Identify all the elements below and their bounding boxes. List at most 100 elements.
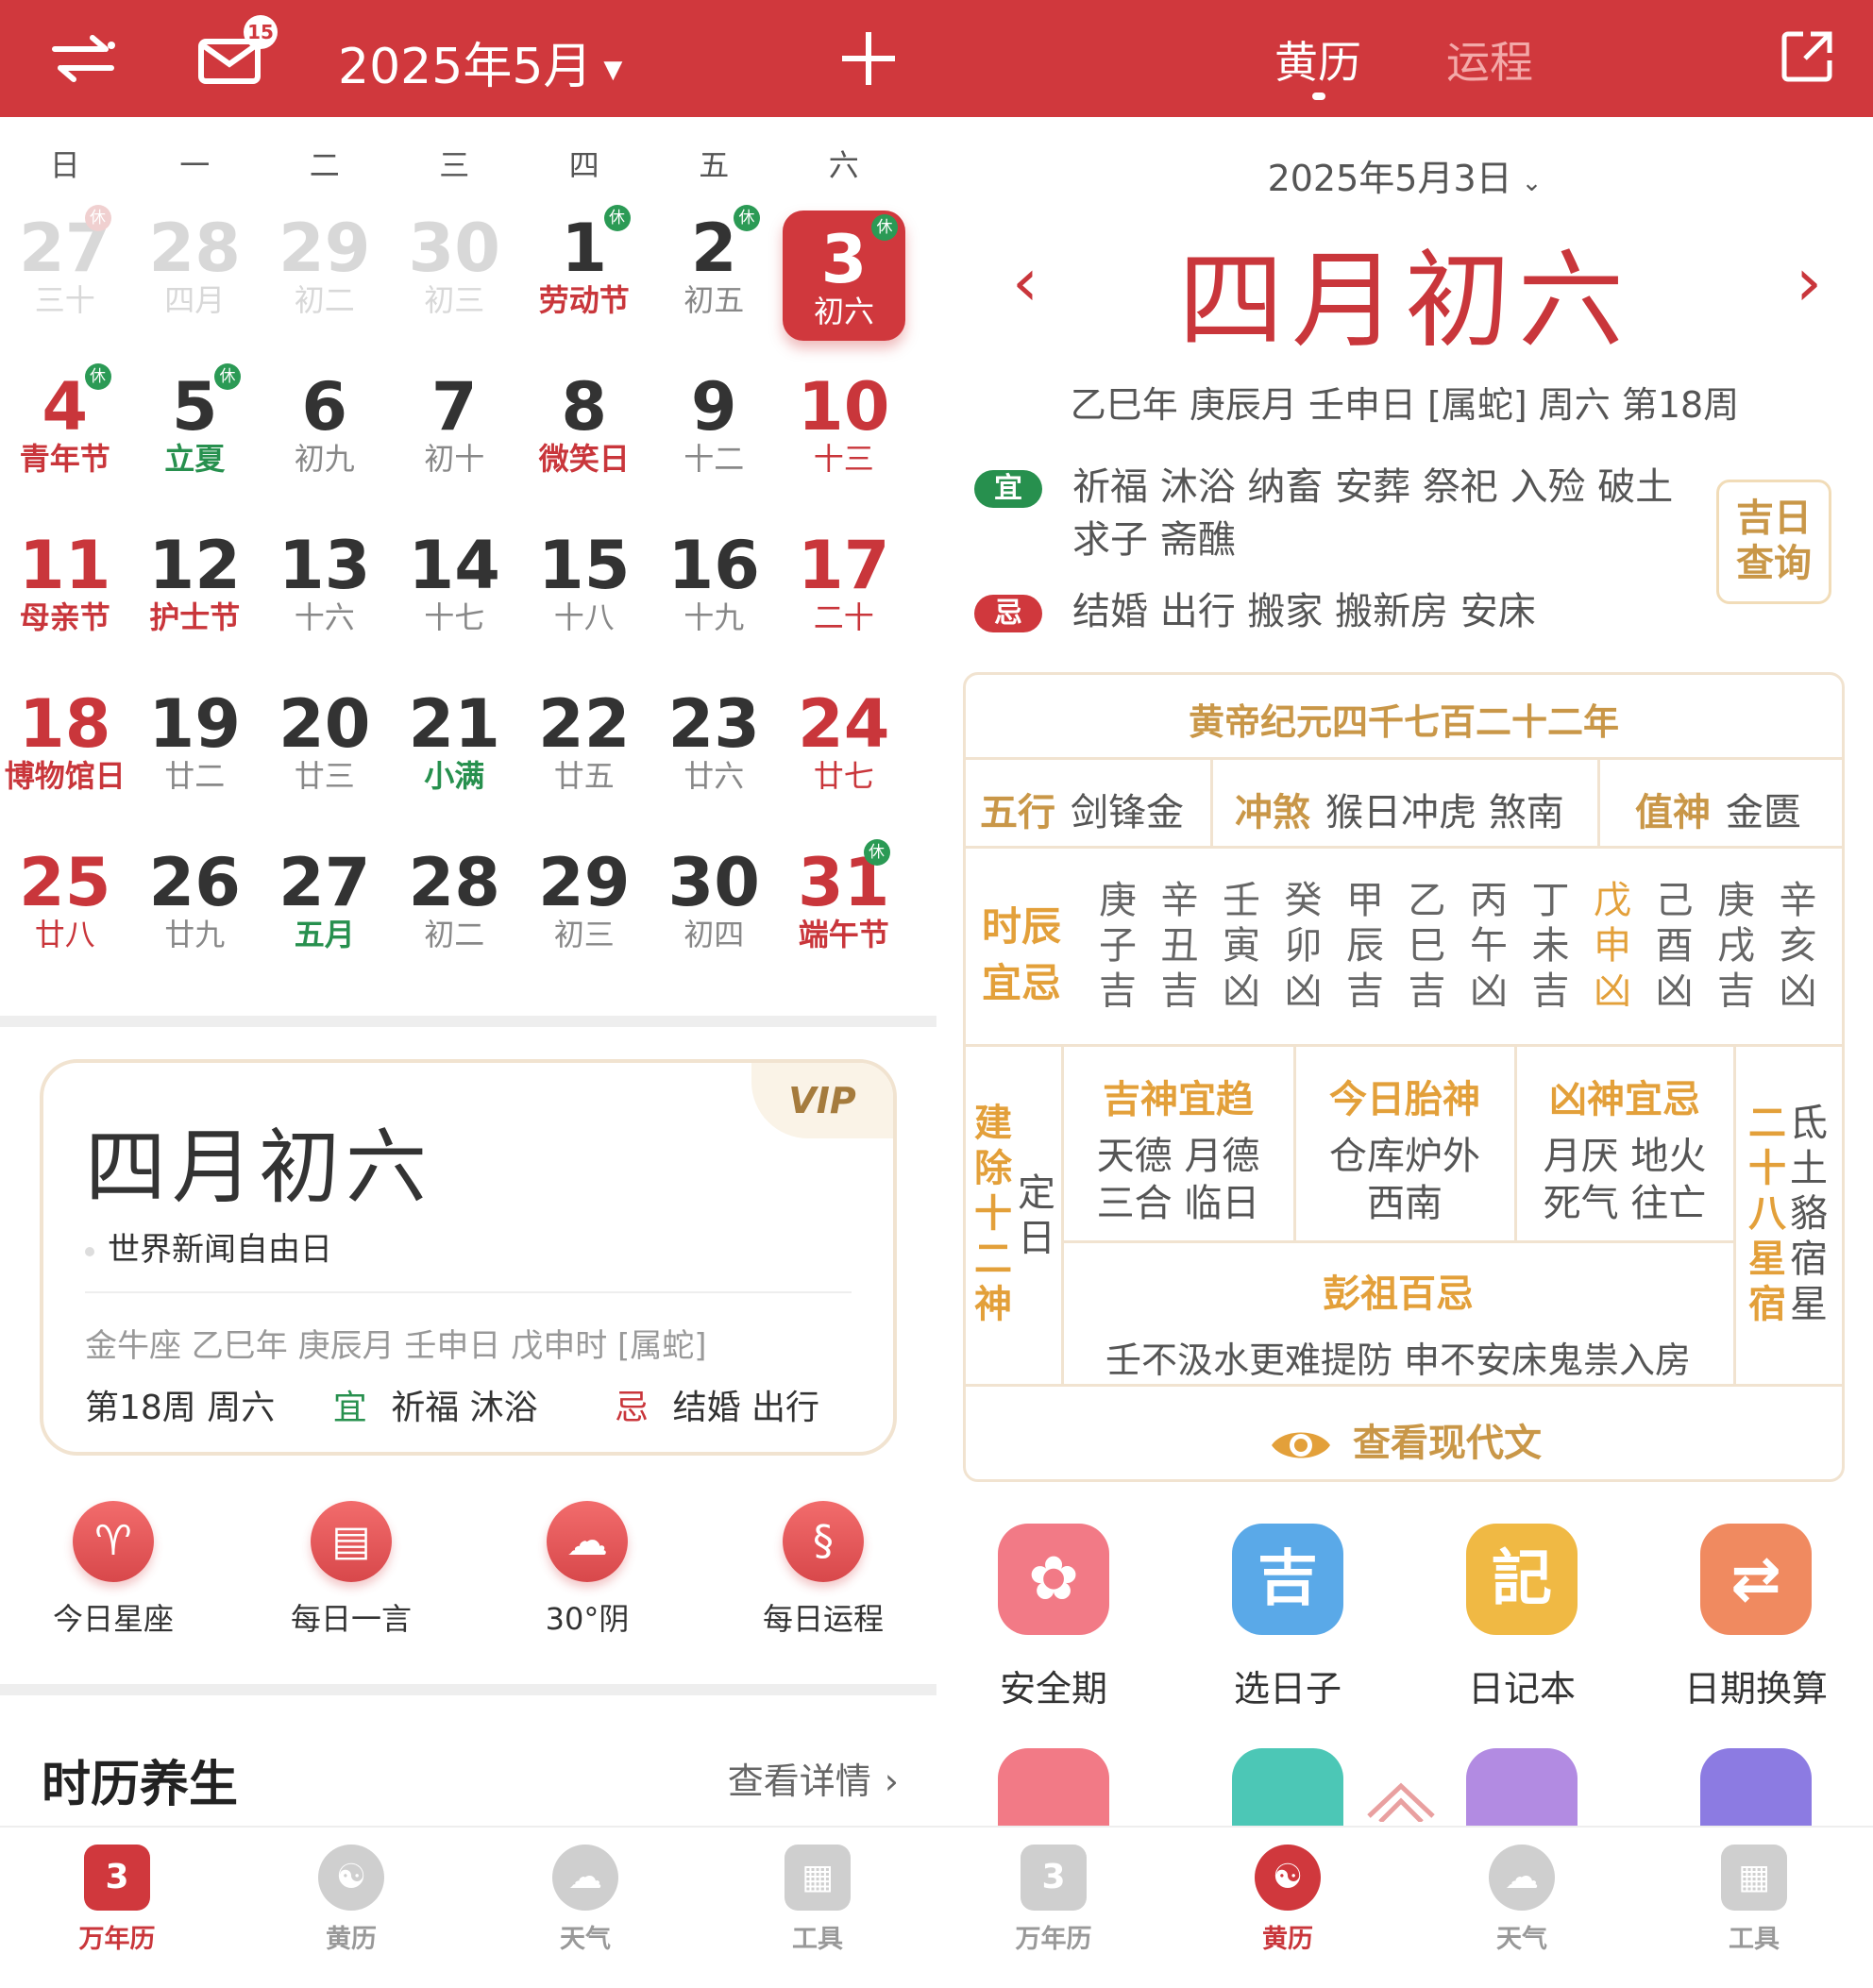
tab-label: 天气 (1496, 1925, 1547, 1954)
day-subtext: 初三 (553, 917, 615, 952)
day-subtext: 五月 (294, 917, 355, 952)
day-cell[interactable]: 18 博物馆日 (0, 688, 130, 839)
share-icon[interactable] (1779, 28, 1835, 89)
day-number: 30 (408, 210, 500, 287)
day-number: 17 (798, 527, 890, 604)
card-yi-label: 宜 (332, 1389, 367, 1427)
tab-calendar[interactable]: 3 万年历 (23, 1845, 211, 1955)
day-cell[interactable]: 11 母亲节 (0, 530, 130, 681)
chevron-up-icon[interactable] (1363, 1775, 1439, 1824)
tool-date-convert[interactable]: ⇄ 日期换算 (1662, 1524, 1850, 1711)
quick-fortune[interactable]: § 每日运程 (729, 1501, 918, 1639)
day-cell[interactable]: 20 廿三 (260, 688, 390, 839)
shichen-branch: 丑 (1160, 924, 1199, 968)
day-cell[interactable]: 27 三十休 (0, 205, 130, 363)
weekday: 一 (179, 147, 211, 183)
selected-day-cell[interactable]: 3 初六休 (783, 211, 905, 341)
day-cell[interactable]: 29 初二 (260, 212, 390, 363)
switch-icon[interactable] (45, 28, 121, 89)
day-cell[interactable]: 2 初五 休 (650, 205, 780, 363)
tab-calendar[interactable]: 3 万年历 (959, 1845, 1148, 1955)
day-cell[interactable]: 14 十七 (390, 530, 520, 681)
vip-badge[interactable]: VIP (751, 1063, 893, 1138)
calendar-header: 15 2025年5月 ▼ (0, 0, 936, 117)
day-cell[interactable]: 21 小满 (390, 688, 520, 839)
day-cell[interactable]: 25 廿八 (0, 847, 130, 998)
tool-safe-period[interactable]: ✿ 安全期 (959, 1524, 1148, 1711)
shichen-stem: 甲 (1346, 879, 1384, 922)
day-cell[interactable]: 29 初三 (519, 847, 650, 998)
yinyang-icon: ☯ (318, 1845, 384, 1911)
day-cell[interactable]: 9 十二 (650, 371, 780, 522)
quick-weather[interactable]: ☁ 30°阴 (493, 1501, 682, 1639)
day-cell[interactable]: 12 护士节 (130, 530, 261, 681)
day-cell[interactable]: 5 立夏 休 (130, 363, 261, 522)
day-cell[interactable]: 22 廿五 (519, 688, 650, 839)
tab-almanac[interactable]: ☯ 黄历 (257, 1845, 446, 1955)
day-cell[interactable]: 6 初九 (260, 371, 390, 522)
day-cell[interactable]: 8 微笑日 (519, 371, 650, 522)
tab-weather[interactable]: ☁ 天气 (1427, 1845, 1616, 1955)
add-icon[interactable] (831, 25, 906, 93)
holiday-badge: 休 (84, 363, 111, 390)
shichen-branch: 酉 (1655, 924, 1694, 968)
day-cell[interactable]: 7 初十 (390, 371, 520, 522)
day-cell[interactable]: 31 端午节休 (779, 839, 909, 998)
tool-choose-day[interactable]: 吉选日子 (1193, 1524, 1382, 1711)
day-cell[interactable]: 15 十八 (519, 530, 650, 681)
date-selector[interactable]: 2025年5月3日 ⌄ (936, 149, 1873, 201)
shichen-label: 时辰宜忌 (982, 903, 1062, 1006)
calendar-tab-icon: 3 (1021, 1845, 1087, 1911)
day-cell[interactable]: 26 廿九 (130, 847, 261, 998)
day-cell[interactable]: 27 五月 (260, 847, 390, 998)
tab-tools[interactable]: ▦ 工具 (1660, 1845, 1848, 1955)
active-indicator (1312, 93, 1325, 100)
lucky-day-button[interactable]: 吉日查询 (1716, 480, 1831, 604)
heart-icon[interactable] (998, 1748, 1109, 1833)
ji-icon: 吉 (1232, 1524, 1343, 1635)
day-cell[interactable]: 1 劳动节休 (519, 205, 650, 363)
today-card[interactable]: VIP 四月初六 世界新闻自由日 金牛座 乙巳年 庚辰月 壬申日 戊申时 [属蛇… (40, 1059, 897, 1456)
modern-text-button[interactable]: 查看现代文 (936, 1412, 1873, 1467)
day-cell[interactable]: 13 十六 (260, 530, 390, 681)
taishen-value: 仓库炉外 西南 (1329, 1135, 1480, 1225)
day-cell[interactable]: 10 十三 (779, 371, 909, 522)
day-cell[interactable]: 28 初二 (390, 847, 520, 998)
day-subtext: 二十 (813, 599, 874, 635)
day-subtext: 廿三 (294, 758, 355, 794)
day-subtext: 廿七 (813, 758, 874, 794)
quick-horoscope[interactable]: ♈ 今日星座 (19, 1501, 208, 1639)
day-subtext: 十九 (683, 599, 745, 635)
month-selector[interactable]: 2025年5月 ▼ (338, 26, 622, 97)
day-subtext: 十八 (553, 599, 615, 635)
next-day-arrow[interactable]: › (1796, 244, 1822, 321)
tab-tools[interactable]: ▦ 工具 (723, 1845, 912, 1955)
tool-diary[interactable]: 記日记本 (1427, 1524, 1616, 1711)
day-cell[interactable]: 16 十九 (650, 530, 780, 681)
day-cell[interactable]: 23 廿六 (650, 688, 780, 839)
day-cell[interactable]: 28 四月 (130, 212, 261, 363)
day-subtext: 立夏 (164, 441, 226, 477)
more-label: 查看详情 (727, 1761, 871, 1802)
tab-yuncheng[interactable]: 运程 (1446, 28, 1533, 91)
day-cell[interactable]: 19 廿二 (130, 688, 261, 839)
section-more-link[interactable]: 查看详情 › (728, 1752, 899, 1804)
shichen-stem: 己 (1655, 879, 1694, 922)
tab-weather[interactable]: ☁ 天气 (491, 1845, 680, 1955)
day-subtext: 廿八 (34, 917, 95, 952)
day-cell[interactable]: 4 青年节休 (0, 363, 130, 522)
hourglass-icon[interactable] (1232, 1748, 1343, 1833)
tab-almanac[interactable]: ☯ 黄历 (1193, 1845, 1382, 1955)
day-cell[interactable]: 24 廿七 (779, 688, 909, 839)
day-cell[interactable]: 30 初四 (650, 847, 780, 998)
mail-icon[interactable]: 15 (193, 15, 278, 89)
weekday-header: 日 一 二 三 四 五 六 (0, 142, 936, 183)
day-cell[interactable]: 30 初三 (390, 212, 520, 363)
convert-icon: ⇄ (1700, 1524, 1812, 1635)
day-cell[interactable]: 17 二十 (779, 530, 909, 681)
day-subtext: 廿二 (164, 758, 226, 794)
car-icon[interactable] (1700, 1748, 1812, 1833)
quick-daily-quote[interactable]: ▤ 每日一言 (257, 1501, 446, 1639)
leaf-icon[interactable] (1466, 1748, 1578, 1833)
tab-huangli[interactable]: 黄历 (1274, 28, 1361, 91)
